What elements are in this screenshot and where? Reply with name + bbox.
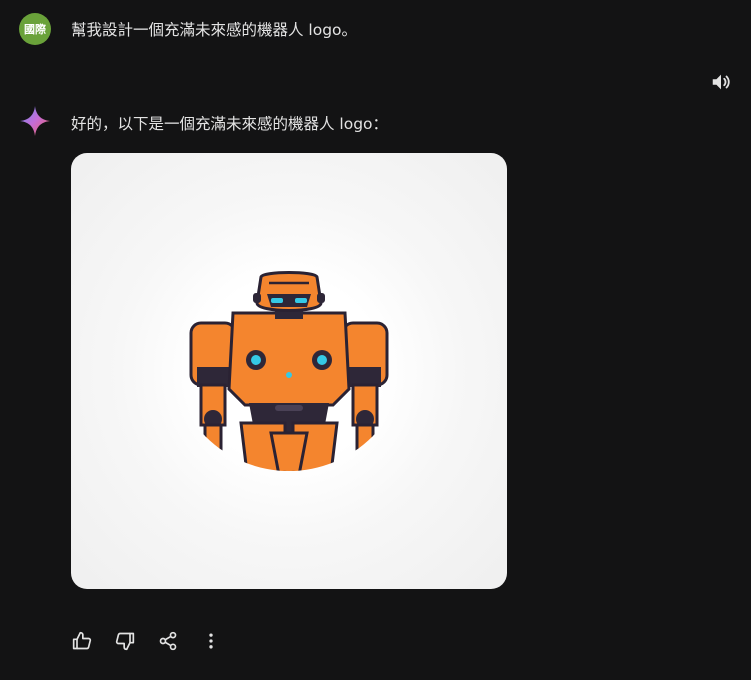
- thumbs-down-icon: [115, 632, 135, 651]
- more-options-button[interactable]: [200, 630, 222, 652]
- thumbs-down-button[interactable]: [114, 630, 136, 652]
- robot-logo-image: [189, 271, 389, 471]
- response-actions: [71, 628, 243, 654]
- user-prompt: 幫我設計一個充滿未來感的機器人 logo。: [71, 21, 358, 39]
- assistant-reply: 好的，以下是一個充滿未來感的機器人 logo：: [71, 115, 389, 133]
- more-vert-icon: [209, 633, 213, 649]
- speaker-icon: [712, 74, 730, 90]
- sparkle-icon: [20, 106, 50, 136]
- share-button[interactable]: [157, 630, 179, 652]
- user-avatar: 國際: [19, 13, 51, 45]
- share-icon: [159, 631, 177, 651]
- thumbs-up-button[interactable]: [71, 630, 93, 652]
- read-aloud-button[interactable]: [708, 69, 734, 95]
- thumbs-up-icon: [72, 631, 92, 650]
- generated-image[interactable]: [71, 153, 507, 589]
